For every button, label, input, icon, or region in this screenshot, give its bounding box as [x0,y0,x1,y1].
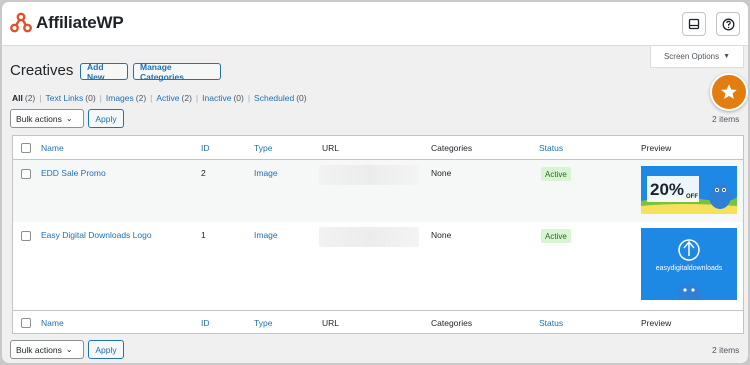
star-icon [721,84,737,99]
affiliatewp-logo-icon [10,12,32,33]
row-checkbox[interactable] [21,231,31,241]
creative-name-link[interactable]: Easy Digital Downloads Logo [41,230,152,240]
row-checkbox[interactable] [21,169,31,179]
filter-count: (2) [24,93,36,103]
screen-options-toggle[interactable]: Screen Options ▼ [650,46,744,68]
filter-count: (2) [181,93,192,103]
creative-url-redacted [319,227,419,247]
inbox-button[interactable] [682,12,706,36]
column-header-name[interactable]: Name [41,143,64,153]
table-row: Easy Digital Downloads Logo 1 Image None… [13,222,743,310]
items-count-bottom: 2 items [712,345,740,355]
creative-type[interactable]: Image [254,230,278,240]
logo-text: AffiliateWP [36,13,124,32]
table-footer-row: Name ID Type URL Categories Status Previ… [13,310,743,334]
filter-count: (0) [233,93,244,103]
apply-button-top[interactable]: Apply [88,109,124,128]
creative-name-link[interactable]: EDD Sale Promo [41,168,106,178]
column-header-preview: Preview [641,143,672,153]
status-badge: Active [541,167,571,181]
page-title: Creatives [10,62,74,79]
chevron-down-icon: ⌄ [65,114,73,123]
column-footer-type[interactable]: Type [254,318,272,328]
app-logo[interactable]: AffiliateWP [10,12,124,34]
filter-scheduled[interactable]: Scheduled [254,93,294,103]
preview-brand-text: easydigitaldownloads [656,265,723,272]
creative-preview-image: 20% OFF [641,166,737,214]
select-all-checkbox[interactable] [21,143,31,153]
status-badge: Active [541,229,571,243]
column-footer-categories: Categories [431,318,473,328]
filter-count: (0) [296,93,307,103]
filter-separator: | [247,93,251,103]
inbox-icon [688,18,700,30]
creative-id: 2 [201,168,206,178]
apply-button-bottom[interactable]: Apply [88,340,124,359]
filter-active[interactable]: Active [156,93,179,103]
help-button[interactable] [716,12,740,36]
preview-big-text: 20% [650,180,684,199]
top-bar: AffiliateWP [2,2,748,46]
items-count-top: 2 items [712,114,740,124]
screen-options-label: Screen Options [663,52,720,61]
star-badge-button[interactable] [710,73,748,111]
filter-separator: | [195,93,199,103]
filter-count: (2) [135,93,147,103]
filter-count: (0) [85,93,96,103]
help-icon [722,18,734,30]
filter-separator: | [99,93,102,103]
manage-categories-button[interactable]: Manage Categories [133,62,221,82]
column-footer-name[interactable]: Name [41,318,64,328]
filter-all[interactable]: All [12,93,23,103]
table-header-row: Name ID Type URL Categories Status Previ… [13,136,743,160]
filter-inactive[interactable]: Inactive [202,93,231,103]
column-header-status[interactable]: Status [539,143,563,153]
column-footer-preview: Preview [641,318,672,328]
preview-small-text: OFF [686,194,698,200]
filter-text-links[interactable]: Text Links [45,93,83,103]
creative-categories: None [431,230,452,240]
column-footer-url: URL [322,318,340,328]
table-row: EDD Sale Promo 2 Image None Active 20% O… [13,160,743,222]
column-footer-status[interactable]: Status [539,318,563,328]
column-footer-id[interactable]: ID [201,318,210,328]
creative-preview-image: easydigitaldownloads [641,228,737,300]
bulk-actions-label: Bulk actions [16,113,62,124]
bulk-actions-select-bottom[interactable]: Bulk actions ⌄ [10,340,84,359]
creative-type[interactable]: Image [254,168,278,178]
column-header-categories: Categories [431,143,473,153]
filter-separator: | [150,93,153,103]
caret-down-icon: ▼ [723,53,731,60]
add-new-button[interactable]: Add New [80,62,128,82]
select-all-checkbox-footer[interactable] [21,318,31,328]
creative-categories: None [431,168,452,178]
column-header-url: URL [322,143,340,153]
filter-images[interactable]: Images [106,93,134,103]
bulk-actions-select-top[interactable]: Bulk actions ⌄ [10,109,84,128]
bulk-actions-label: Bulk actions [16,344,62,355]
creatives-table: Name ID Type URL Categories Status Previ… [12,135,744,334]
creative-url-redacted [319,165,419,185]
chevron-down-icon: ⌄ [65,345,73,354]
status-filters: All (2) | Text Links (0) | Images (2) | Active (2)… [12,93,307,103]
column-header-type[interactable]: Type [254,143,272,153]
app-window: AffiliateWP Screen Options ▼ Creatives A… [2,2,748,363]
column-header-id[interactable]: ID [201,143,210,153]
filter-separator: | [39,93,42,103]
creative-id: 1 [201,230,206,240]
